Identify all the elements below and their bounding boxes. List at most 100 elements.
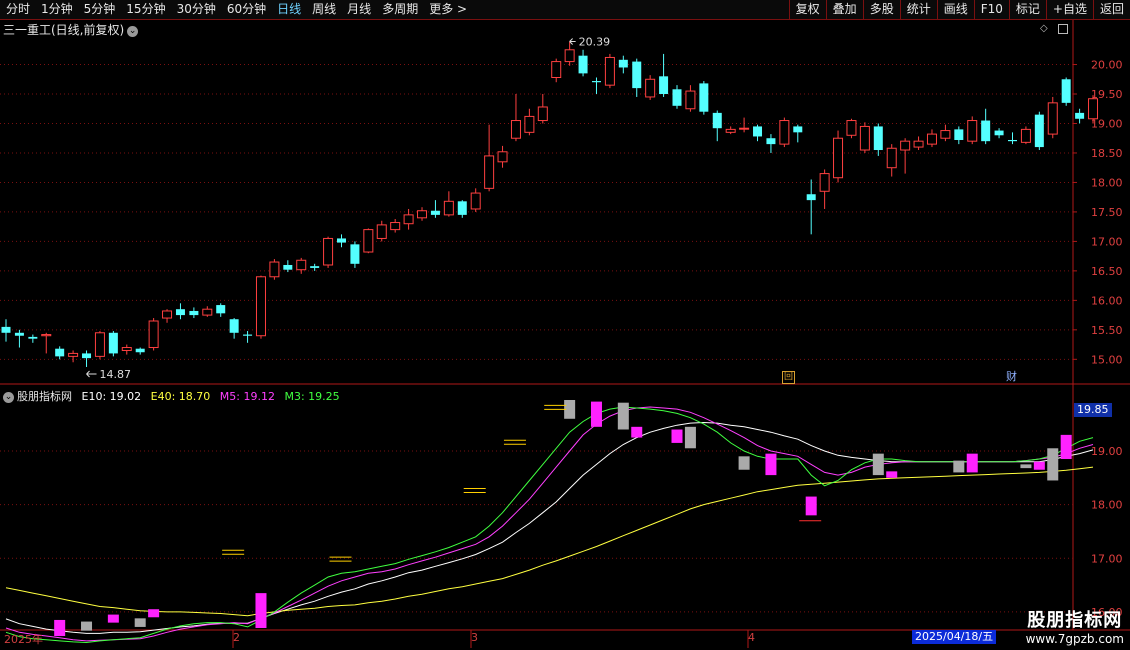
price-axis-label: 16.50 xyxy=(1091,265,1123,278)
candle-down xyxy=(457,201,467,215)
indicator-line-e10 xyxy=(5,421,1094,634)
indicator-current-value: 19.85 xyxy=(1074,403,1112,417)
candle-up xyxy=(68,352,79,357)
indicator-line-m5 xyxy=(5,406,1094,642)
candle-up xyxy=(510,120,521,139)
x-axis-label-apr: 4 xyxy=(748,631,755,644)
candle-down xyxy=(216,305,226,314)
candle-down xyxy=(189,310,199,316)
candle-up xyxy=(403,214,414,225)
candle-down xyxy=(1008,139,1017,142)
price-axis-label: 16.00 xyxy=(1091,294,1123,307)
candle-down xyxy=(28,336,38,339)
candle-down xyxy=(766,138,776,145)
candle-down xyxy=(659,76,669,95)
candle-up xyxy=(604,56,615,86)
price-axis-label: 19.00 xyxy=(1091,117,1123,130)
watermark: 股朋指标网 www.7gpzb.com xyxy=(1026,606,1124,646)
candle-down xyxy=(806,194,816,201)
event-marker-cai[interactable]: 财 xyxy=(1006,371,1017,382)
candle-up xyxy=(886,147,897,169)
candle-up xyxy=(537,106,548,122)
candle-down xyxy=(591,81,601,83)
indicator-bar xyxy=(255,593,267,628)
candle-up xyxy=(443,200,454,216)
square-icon[interactable] xyxy=(1058,24,1068,34)
watermark-name: 股朋指标网 xyxy=(1027,610,1123,631)
indicator-bar xyxy=(1020,464,1032,469)
indicator-bar xyxy=(590,401,602,427)
event-marker-hui[interactable]: 回 xyxy=(782,371,795,384)
x-axis-label-2025: 2025年 xyxy=(4,633,43,646)
candle-up xyxy=(779,120,790,145)
candle-up xyxy=(725,128,736,133)
candle-up xyxy=(645,78,656,98)
candle-up xyxy=(967,120,978,142)
candle-up xyxy=(846,120,857,136)
indicator-bar xyxy=(1033,461,1045,470)
candle-up xyxy=(417,210,428,219)
candle-up xyxy=(900,140,911,151)
indicator-bar xyxy=(107,614,119,623)
low-price-label: 14.87 xyxy=(100,368,131,381)
price-axis-label: 20.00 xyxy=(1091,59,1123,72)
indicator-bar xyxy=(631,426,643,438)
candle-down xyxy=(108,332,118,354)
indicator-bar xyxy=(148,609,160,618)
indicator-title[interactable]: ⌄ 股朋指标网 E10: 19.02 E40: 18.70 M5: 19.12 M… xyxy=(3,388,346,404)
indicator-bar xyxy=(671,429,683,443)
indicator-e10: E10: 19.02 xyxy=(81,390,142,403)
candle-up xyxy=(484,155,495,189)
indicator-bar xyxy=(765,453,777,476)
x-axis-label-mar: 3 xyxy=(471,631,478,644)
indicator-bar xyxy=(81,621,93,631)
candle-up xyxy=(524,115,535,133)
candle-up xyxy=(1047,102,1058,135)
indicator-bar xyxy=(617,402,629,430)
candle-down xyxy=(618,59,628,68)
candle-down xyxy=(753,126,763,137)
candle-down xyxy=(243,334,253,336)
indicator-axis-label: 18.00 xyxy=(1091,499,1123,512)
candle-down xyxy=(699,83,709,112)
candle-up xyxy=(121,347,132,351)
candle-up xyxy=(162,310,173,319)
candle-up xyxy=(94,332,105,357)
price-axis-label: 18.00 xyxy=(1091,176,1123,189)
indicator-bar xyxy=(684,426,696,449)
price-axis-label: 15.50 xyxy=(1091,324,1123,337)
price-axis-label: 17.00 xyxy=(1091,235,1123,248)
candle-up xyxy=(323,237,334,266)
diamond-icon[interactable]: ◇ xyxy=(1040,24,1050,34)
candle-up xyxy=(685,90,696,110)
candle-up xyxy=(148,320,159,349)
indicator-bar xyxy=(966,453,978,473)
candle-up xyxy=(41,334,52,337)
candle-down xyxy=(175,309,185,316)
candle-down xyxy=(672,89,682,106)
chart-corner-icons: ◇ xyxy=(1040,24,1068,34)
high-arrow xyxy=(569,38,576,45)
chevron-down-icon[interactable]: ⌄ xyxy=(3,392,14,403)
candle-up xyxy=(363,229,374,253)
candle-up xyxy=(202,308,213,316)
chevron-down-icon[interactable]: ⌄ xyxy=(127,26,139,37)
candle-up xyxy=(940,130,951,139)
low-arrow xyxy=(86,370,97,378)
indicator-bar xyxy=(1047,448,1059,481)
candle-down xyxy=(1,326,11,333)
candle-down xyxy=(55,348,65,357)
candle-down xyxy=(337,238,346,243)
chart-title[interactable]: 三一重工(日线,前复权) ⌄ xyxy=(3,21,139,38)
candle-up xyxy=(564,49,575,63)
indicator-bar xyxy=(738,456,750,470)
candle-down xyxy=(712,112,722,129)
candle-up xyxy=(551,61,562,79)
candle-down xyxy=(283,264,293,270)
chart-canvas[interactable]: 20.0019.5019.0018.5018.0017.5017.0016.50… xyxy=(0,0,1130,650)
candle-down xyxy=(82,353,92,359)
candle-down xyxy=(1075,112,1085,119)
candle-up xyxy=(913,140,924,148)
candle-up xyxy=(739,127,750,130)
candle-down xyxy=(981,120,991,142)
